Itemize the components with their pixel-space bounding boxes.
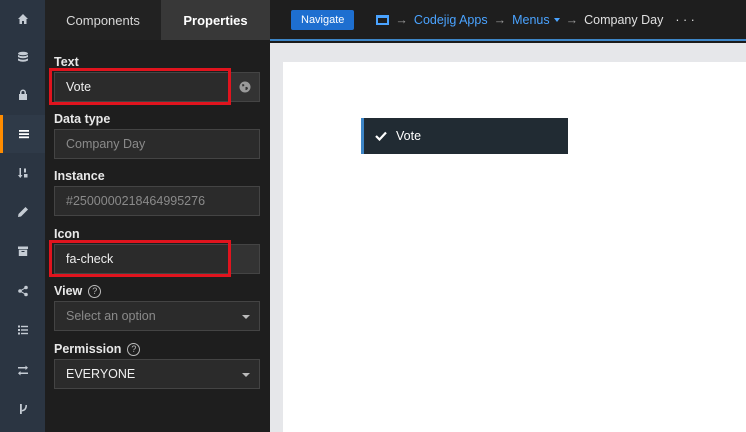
- icon-picker-button[interactable]: [229, 244, 260, 274]
- preview-menu-item-label: Vote: [396, 129, 422, 143]
- globe-icon: [239, 81, 250, 93]
- text-label: Text: [54, 55, 79, 69]
- instance-label-text: Instance: [54, 169, 105, 183]
- preview-menu-item[interactable]: Vote: [361, 118, 568, 154]
- pencil-icon[interactable]: [0, 193, 45, 231]
- icon-label-text: Icon: [54, 227, 80, 241]
- caret-down-icon: [553, 18, 560, 23]
- branch-icon[interactable]: [0, 390, 45, 428]
- data-type-field: Company Day: [54, 129, 260, 159]
- lock-icon[interactable]: [0, 76, 45, 114]
- more-options-button[interactable]: · · ·: [675, 13, 694, 27]
- breadcrumb-menus-label: Menus: [512, 12, 550, 27]
- check-icon: [375, 131, 387, 141]
- exchange-icon[interactable]: [0, 351, 45, 389]
- icon-label: Icon: [54, 227, 80, 241]
- top-bar: Navigate → Codejig Apps → Menus → Compan…: [270, 0, 746, 41]
- instance-field: #2500000218464995276: [54, 186, 260, 216]
- view-label: View?: [54, 284, 102, 298]
- text-highlight: [49, 68, 231, 105]
- breadcrumb-menus[interactable]: Menus: [512, 13, 560, 27]
- data-type-label-text: Data type: [54, 112, 111, 126]
- preview-page: Vote: [283, 62, 746, 432]
- permission-label-text: Permission: [54, 342, 122, 356]
- list-icon[interactable]: [0, 311, 45, 349]
- icon-highlight: [49, 240, 231, 277]
- view-select[interactable]: Select an option: [54, 301, 260, 331]
- permission-select[interactable]: EVERYONE: [54, 359, 260, 389]
- text-label-text: Text: [54, 55, 79, 69]
- archive-icon[interactable]: [0, 232, 45, 270]
- sort-icon[interactable]: [0, 154, 45, 192]
- breadcrumb-separator: →: [493, 12, 507, 27]
- breadcrumb-current: Company Day: [584, 12, 664, 27]
- home-icon[interactable]: [0, 0, 45, 38]
- breadcrumb-separator: →: [565, 12, 579, 27]
- tab-properties[interactable]: Properties: [161, 0, 270, 40]
- tab-components[interactable]: Components: [45, 0, 161, 40]
- help-icon[interactable]: ?: [88, 284, 102, 298]
- navigate-button[interactable]: Navigate: [291, 9, 355, 30]
- breadcrumb: → Codejig Apps → Menus → Company Day · ·…: [376, 12, 695, 27]
- menu-icon[interactable]: [0, 115, 45, 153]
- translate-button[interactable]: [229, 72, 260, 102]
- breadcrumb-codejig-apps[interactable]: Codejig Apps: [414, 13, 488, 27]
- breadcrumb-separator: →: [395, 12, 408, 27]
- share-icon[interactable]: [0, 272, 45, 310]
- data-type-label: Data type: [54, 112, 110, 126]
- database-icon[interactable]: [0, 38, 45, 76]
- design-canvas: Vote: [270, 43, 746, 432]
- help-icon[interactable]: ?: [127, 342, 141, 356]
- window-icon: [376, 14, 390, 25]
- view-label-text: View: [54, 284, 83, 298]
- permission-label: Permission?: [54, 342, 141, 356]
- instance-label: Instance: [54, 169, 105, 183]
- properties-panel: Components Properties Text Vote Data typ…: [45, 0, 270, 432]
- icon-rail: [0, 0, 45, 432]
